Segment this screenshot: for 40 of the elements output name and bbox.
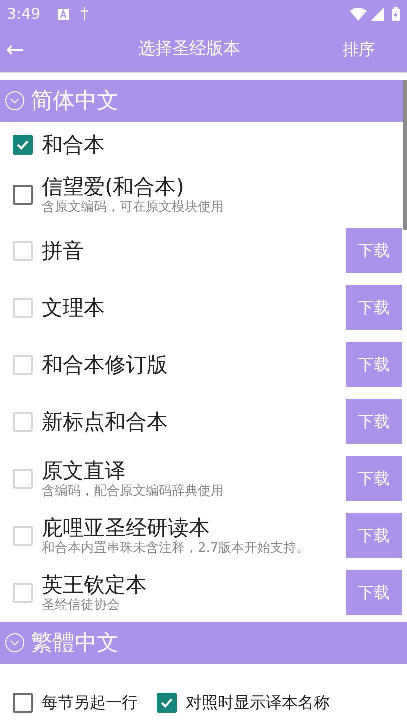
version-name: 英王钦定本 bbox=[42, 572, 148, 598]
option-label: 对照时显示译本名称 bbox=[186, 692, 330, 714]
notification-icon bbox=[58, 8, 69, 20]
sort-button[interactable]: 排序 bbox=[329, 38, 389, 62]
status-time: 3:49 bbox=[7, 4, 41, 25]
version-name: 新标点和合本 bbox=[42, 408, 169, 434]
checkbox[interactable] bbox=[157, 692, 177, 712]
download-button[interactable]: 下载 bbox=[346, 228, 402, 273]
version-name: 原文直译 bbox=[42, 458, 127, 484]
download-button[interactable]: 下载 bbox=[346, 399, 402, 444]
download-button[interactable]: 下载 bbox=[346, 342, 402, 387]
version-name: 和合本 bbox=[42, 132, 106, 158]
page-title: 选择圣经版本 bbox=[138, 38, 242, 62]
notification-glyph: † bbox=[80, 3, 89, 25]
signal-icon bbox=[371, 8, 384, 20]
download-button[interactable]: 下载 bbox=[346, 456, 402, 501]
section-header[interactable]: 繁體中文 bbox=[0, 622, 407, 664]
wifi-icon bbox=[350, 8, 367, 20]
battery-icon bbox=[392, 7, 400, 21]
version-name: 和合本修订版 bbox=[42, 352, 169, 378]
download-button[interactable]: 下载 bbox=[346, 570, 402, 615]
download-button[interactable]: 下载 bbox=[346, 513, 402, 558]
version-note: 和合本内置串珠未含注释，2.7版本开始支持。 bbox=[42, 540, 311, 556]
version-name: 拼音 bbox=[42, 238, 85, 264]
checkbox[interactable] bbox=[13, 692, 33, 712]
version-note: 含编码，配合原文编码辞典使用 bbox=[42, 484, 225, 500]
version-name: 文理本 bbox=[42, 294, 106, 320]
version-note: 含原文编码，可在原文模块使用 bbox=[42, 200, 225, 216]
section-title: 简体中文 bbox=[31, 88, 119, 116]
version-name: 庇哩亚圣经研读本 bbox=[42, 514, 211, 540]
checkbox[interactable] bbox=[13, 184, 33, 204]
option-label: 每节另起一行 bbox=[42, 692, 138, 714]
version-note: 圣经信徒协会 bbox=[42, 598, 121, 614]
section-title: 繁體中文 bbox=[31, 630, 119, 658]
chevron-down-icon bbox=[5, 633, 25, 653]
checkbox[interactable] bbox=[13, 134, 33, 154]
chevron-down-icon bbox=[5, 91, 25, 111]
download-button[interactable]: 下载 bbox=[346, 285, 402, 330]
version-name: 信望爱(和合本) bbox=[42, 174, 186, 200]
back-button[interactable]: ← bbox=[0, 34, 40, 66]
